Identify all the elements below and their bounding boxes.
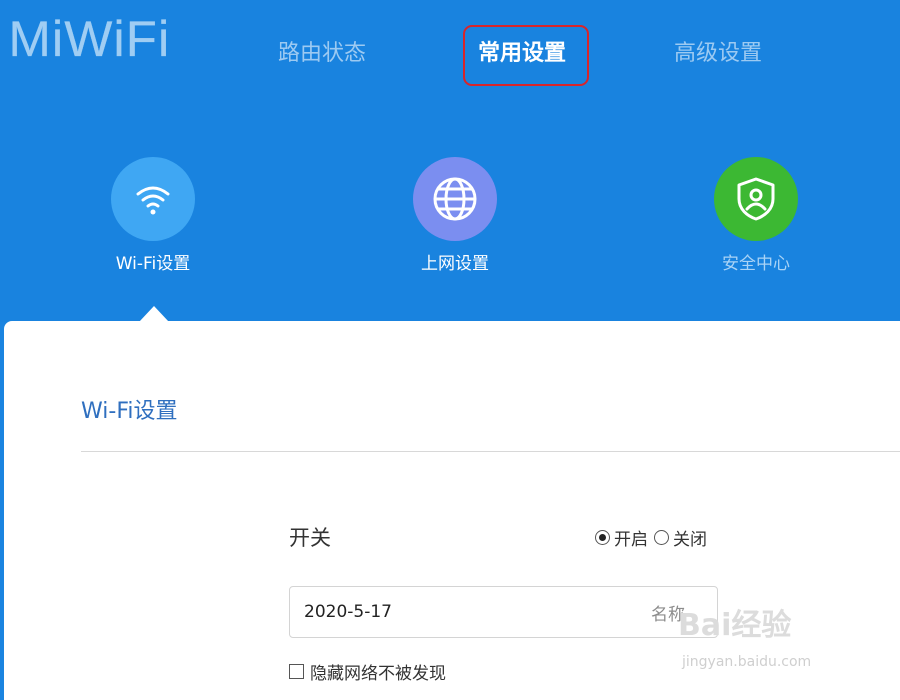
panel-title: Wi-Fi设置	[81, 399, 178, 424]
hide-network-label[interactable]: 隐藏网络不被发现	[310, 659, 446, 684]
tab-advanced-settings[interactable]: 高级设置	[658, 37, 778, 71]
wifi-icon-circle	[111, 157, 195, 241]
feature-internet-settings[interactable]: 上网设置	[385, 157, 525, 277]
wifi-name-input[interactable]	[304, 602, 651, 622]
radio-on-label[interactable]: 开启	[614, 525, 648, 550]
hide-network-checkbox[interactable]	[289, 664, 304, 679]
radio-off[interactable]	[654, 529, 669, 545]
switch-radio-group: 开启 关闭	[595, 525, 713, 550]
switch-label: 开关	[289, 526, 331, 550]
radio-on[interactable]	[595, 529, 610, 545]
hide-network-row[interactable]: 隐藏网络不被发现	[289, 659, 446, 684]
annotation-highlight-box	[463, 25, 589, 86]
radio-off-label[interactable]: 关闭	[673, 525, 707, 550]
title-divider	[81, 451, 900, 452]
wifi-icon	[136, 186, 170, 215]
shield-user-icon	[737, 177, 775, 221]
globe-icon	[433, 177, 477, 221]
active-feature-pointer	[139, 306, 169, 322]
tab-router-status[interactable]: 路由状态	[262, 37, 382, 71]
wifi-name-field[interactable]: 名称	[289, 586, 718, 638]
feature-wifi-label: Wi-Fi设置	[115, 254, 191, 274]
wifi-name-hint: 名称	[651, 604, 685, 625]
globe-icon-circle	[413, 157, 497, 241]
feature-security-center[interactable]: 安全中心	[686, 157, 826, 277]
feature-internet-label: 上网设置	[421, 254, 489, 274]
shield-user-icon-circle	[714, 157, 798, 241]
miwifi-logo: MiWiFi	[8, 11, 171, 67]
feature-security-label: 安全中心	[722, 254, 790, 274]
feature-wifi-settings[interactable]: Wi-Fi设置	[83, 157, 223, 277]
wifi-settings-panel: Wi-Fi设置 开关 开启 关闭 名称 隐藏网络不被发现	[4, 321, 900, 700]
header: MiWiFi 路由状态 常用设置 高级设置 Wi-Fi设置 上网设置 安全中心	[0, 0, 900, 322]
